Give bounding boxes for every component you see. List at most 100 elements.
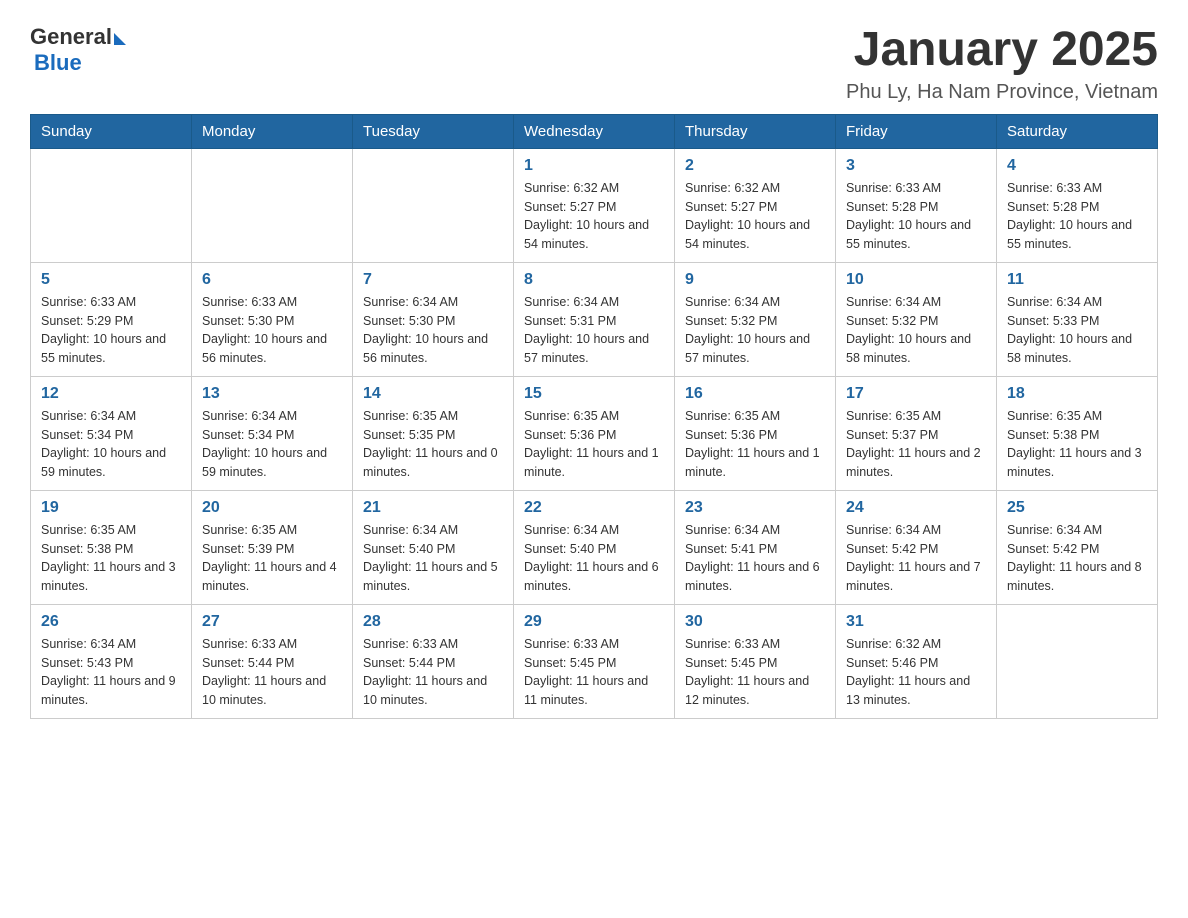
calendar-day-cell: 23 Sunrise: 6:34 AMSunset: 5:41 PMDayligh… [675,490,836,604]
calendar-day-cell: 13 Sunrise: 6:34 AMSunset: 5:34 PMDayligh… [192,376,353,490]
calendar-day-cell: 31 Sunrise: 6:32 AMSunset: 5:46 PMDayligh… [836,604,997,718]
day-number: 16 [685,385,825,403]
day-number: 1 [524,157,664,175]
logo-blue: Blue [34,50,82,76]
day-number: 27 [202,613,342,631]
calendar-day-header: Thursday [675,114,836,148]
day-number: 6 [202,271,342,289]
day-info: Sunrise: 6:34 AMSunset: 5:34 PMDaylight:… [202,407,342,482]
calendar-day-cell: 20 Sunrise: 6:35 AMSunset: 5:39 PMDayligh… [192,490,353,604]
day-info: Sunrise: 6:34 AMSunset: 5:40 PMDaylight:… [524,521,664,596]
calendar-day-cell: 17 Sunrise: 6:35 AMSunset: 5:37 PMDayligh… [836,376,997,490]
day-number: 13 [202,385,342,403]
calendar-day-cell: 6 Sunrise: 6:33 AMSunset: 5:30 PMDaylight… [192,262,353,376]
day-number: 29 [524,613,664,631]
calendar-day-header: Wednesday [514,114,675,148]
calendar-day-cell: 5Sunrise: 6:33 AMSunset: 5:29 PMDaylight… [31,262,192,376]
calendar-day-cell: 25 Sunrise: 6:34 AMSunset: 5:42 PMDayligh… [997,490,1158,604]
calendar-day-cell: 22 Sunrise: 6:34 AMSunset: 5:40 PMDayligh… [514,490,675,604]
calendar-day-cell: 10Sunrise: 6:34 AMSunset: 5:32 PMDayligh… [836,262,997,376]
calendar-week-row: 12 Sunrise: 6:34 AMSunset: 5:34 PMDayligh… [31,376,1158,490]
day-number: 23 [685,499,825,517]
day-info: Sunrise: 6:34 AMSunset: 5:43 PMDaylight:… [41,635,181,710]
logo-general: General [30,24,112,50]
day-number: 20 [202,499,342,517]
day-info: Sunrise: 6:34 AMSunset: 5:42 PMDaylight:… [1007,521,1147,596]
calendar-day-cell: 14 Sunrise: 6:35 AMSunset: 5:35 PMDayligh… [353,376,514,490]
calendar-day-cell: 11 Sunrise: 6:34 AMSunset: 5:33 PMDayligh… [997,262,1158,376]
day-info: Sunrise: 6:34 AMSunset: 5:32 PMDaylight:… [846,293,986,368]
calendar-day-cell: 9Sunrise: 6:34 AMSunset: 5:32 PMDaylight… [675,262,836,376]
calendar-week-row: 19Sunrise: 6:35 AMSunset: 5:38 PMDayligh… [31,490,1158,604]
day-info: Sunrise: 6:33 AMSunset: 5:45 PMDaylight:… [524,635,664,710]
calendar-day-cell: 1 Sunrise: 6:32 AMSunset: 5:27 PMDaylight… [514,148,675,262]
calendar-day-cell [31,148,192,262]
calendar-day-header: Saturday [997,114,1158,148]
day-number: 25 [1007,499,1147,517]
calendar-week-row: 1 Sunrise: 6:32 AMSunset: 5:27 PMDaylight… [31,148,1158,262]
calendar-day-cell: 3 Sunrise: 6:33 AMSunset: 5:28 PMDaylight… [836,148,997,262]
day-info: Sunrise: 6:35 AMSunset: 5:38 PMDaylight:… [1007,407,1147,482]
day-info: Sunrise: 6:34 AMSunset: 5:30 PMDaylight:… [363,293,503,368]
page-header: General Blue January 2025 Phu Ly, Ha Nam… [30,24,1158,104]
day-number: 15 [524,385,664,403]
day-number: 30 [685,613,825,631]
calendar-day-header: Sunday [31,114,192,148]
calendar-day-cell: 21 Sunrise: 6:34 AMSunset: 5:40 PMDayligh… [353,490,514,604]
day-info: Sunrise: 6:34 AMSunset: 5:41 PMDaylight:… [685,521,825,596]
day-number: 14 [363,385,503,403]
day-number: 18 [1007,385,1147,403]
calendar-day-cell: 2 Sunrise: 6:32 AMSunset: 5:27 PMDaylight… [675,148,836,262]
day-number: 21 [363,499,503,517]
day-number: 3 [846,157,986,175]
calendar-day-cell: 12Sunrise: 6:34 AMSunset: 5:34 PMDayligh… [31,376,192,490]
calendar-day-header: Tuesday [353,114,514,148]
calendar-day-cell [997,604,1158,718]
day-number: 28 [363,613,503,631]
day-info: Sunrise: 6:35 AMSunset: 5:35 PMDaylight:… [363,407,503,482]
day-info: Sunrise: 6:34 AMSunset: 5:42 PMDaylight:… [846,521,986,596]
calendar-day-cell: 27 Sunrise: 6:33 AMSunset: 5:44 PMDayligh… [192,604,353,718]
calendar-day-cell: 26 Sunrise: 6:34 AMSunset: 5:43 PMDayligh… [31,604,192,718]
day-number: 12 [41,385,181,403]
day-info: Sunrise: 6:35 AMSunset: 5:36 PMDaylight:… [685,407,825,482]
calendar-week-row: 26 Sunrise: 6:34 AMSunset: 5:43 PMDayligh… [31,604,1158,718]
calendar-day-cell: 29 Sunrise: 6:33 AMSunset: 5:45 PMDayligh… [514,604,675,718]
day-number: 24 [846,499,986,517]
day-number: 26 [41,613,181,631]
day-number: 31 [846,613,986,631]
day-info: Sunrise: 6:32 AMSunset: 5:46 PMDaylight:… [846,635,986,710]
day-info: Sunrise: 6:33 AMSunset: 5:44 PMDaylight:… [202,635,342,710]
day-info: Sunrise: 6:33 AMSunset: 5:44 PMDaylight:… [363,635,503,710]
day-info: Sunrise: 6:32 AMSunset: 5:27 PMDaylight:… [524,179,664,254]
day-number: 11 [1007,271,1147,289]
day-info: Sunrise: 6:33 AMSunset: 5:28 PMDaylight:… [846,179,986,254]
logo: General Blue [30,24,126,76]
calendar-day-cell: 28 Sunrise: 6:33 AMSunset: 5:44 PMDayligh… [353,604,514,718]
title-section: January 2025 Phu Ly, Ha Nam Province, Vi… [846,24,1158,104]
day-info: Sunrise: 6:35 AMSunset: 5:39 PMDaylight:… [202,521,342,596]
day-info: Sunrise: 6:34 AMSunset: 5:33 PMDaylight:… [1007,293,1147,368]
calendar-day-cell [353,148,514,262]
calendar-table: SundayMondayTuesdayWednesdayThursdayFrid… [30,114,1158,719]
day-number: 19 [41,499,181,517]
day-info: Sunrise: 6:32 AMSunset: 5:27 PMDaylight:… [685,179,825,254]
calendar-week-row: 5Sunrise: 6:33 AMSunset: 5:29 PMDaylight… [31,262,1158,376]
day-number: 8 [524,271,664,289]
day-info: Sunrise: 6:35 AMSunset: 5:37 PMDaylight:… [846,407,986,482]
location-title: Phu Ly, Ha Nam Province, Vietnam [846,81,1158,104]
logo-triangle-icon [114,33,126,45]
day-number: 22 [524,499,664,517]
day-number: 5 [41,271,181,289]
calendar-header-row: SundayMondayTuesdayWednesdayThursdayFrid… [31,114,1158,148]
calendar-day-cell: 19Sunrise: 6:35 AMSunset: 5:38 PMDayligh… [31,490,192,604]
day-number: 7 [363,271,503,289]
day-number: 17 [846,385,986,403]
day-info: Sunrise: 6:35 AMSunset: 5:36 PMDaylight:… [524,407,664,482]
day-info: Sunrise: 6:34 AMSunset: 5:40 PMDaylight:… [363,521,503,596]
calendar-day-cell: 15 Sunrise: 6:35 AMSunset: 5:36 PMDayligh… [514,376,675,490]
day-info: Sunrise: 6:33 AMSunset: 5:30 PMDaylight:… [202,293,342,368]
day-info: Sunrise: 6:33 AMSunset: 5:45 PMDaylight:… [685,635,825,710]
day-number: 2 [685,157,825,175]
calendar-day-cell: 16 Sunrise: 6:35 AMSunset: 5:36 PMDayligh… [675,376,836,490]
